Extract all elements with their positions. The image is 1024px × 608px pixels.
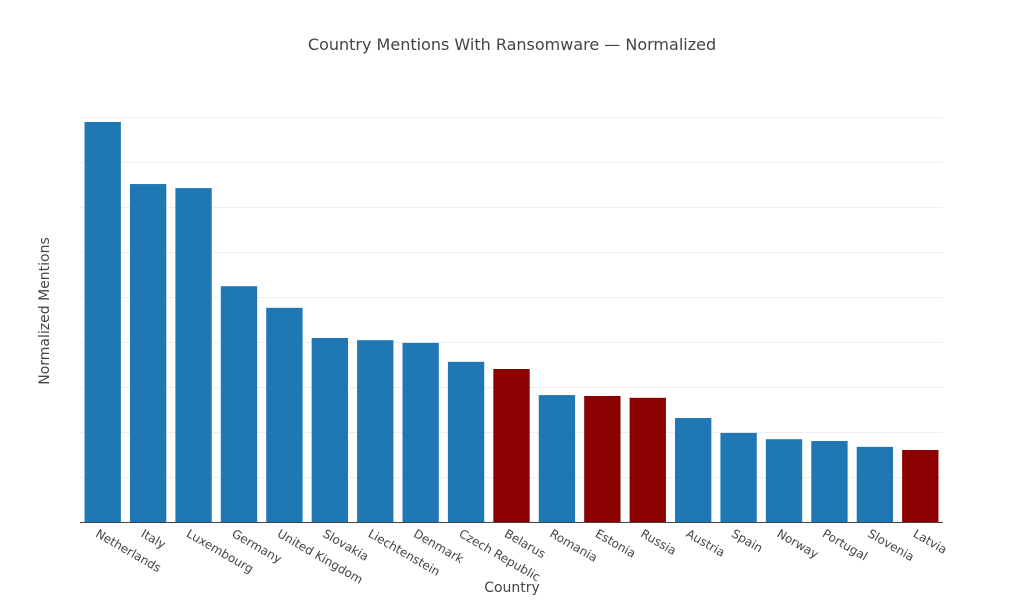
- bar-austria[interactable]: [675, 418, 712, 522]
- bar-italy[interactable]: [129, 184, 167, 523]
- bar-romania[interactable]: [538, 395, 576, 522]
- bar-russia[interactable]: [629, 397, 666, 522]
- bar-slovakia[interactable]: [311, 337, 348, 522]
- x-tick-label: Norway: [775, 526, 821, 561]
- x-tick-label: Latvia: [911, 526, 950, 556]
- x-tick-label: Romania: [547, 526, 599, 564]
- bar-czech-republic[interactable]: [447, 361, 485, 522]
- bar-portugal[interactable]: [811, 441, 848, 522]
- bar-norway[interactable]: [765, 439, 803, 522]
- chart-title: Country Mentions With Ransomware — Norma…: [308, 35, 716, 54]
- x-tick-label: Czech Republic: [457, 526, 543, 584]
- x-tick-label: Spain: [729, 526, 765, 555]
- bar-netherlands[interactable]: [84, 121, 121, 522]
- bar-slovenia[interactable]: [856, 446, 894, 522]
- x-tick-label: Italy: [139, 526, 169, 551]
- x-axis-title: Country: [484, 580, 540, 596]
- bar-united-kingdom[interactable]: [266, 307, 303, 522]
- x-tick-label: Estonia: [593, 526, 638, 560]
- bar-liechtenstein[interactable]: [357, 340, 394, 522]
- bar-latvia[interactable]: [902, 450, 939, 522]
- bar-luxembourg[interactable]: [175, 188, 212, 522]
- bars: [84, 121, 939, 523]
- bar-belarus[interactable]: [493, 369, 530, 522]
- x-tick-label: Slovenia: [865, 526, 916, 564]
- x-tick-labels: NetherlandsItaly LuxembourgGermanyUnited …: [93, 526, 949, 586]
- bar-spain[interactable]: [720, 432, 757, 522]
- x-tick-label: Austria: [684, 526, 728, 559]
- bar-germany[interactable]: [220, 286, 258, 522]
- bar-chart: Country Mentions With Ransomware — Norma…: [37, 35, 949, 596]
- x-tick-label: Portugal: [820, 526, 870, 563]
- x-tick-label: Russia: [638, 526, 678, 557]
- y-axis-title: Normalized Mentions: [37, 237, 53, 385]
- bar-estonia[interactable]: [584, 396, 621, 522]
- bar-denmark[interactable]: [402, 342, 439, 522]
